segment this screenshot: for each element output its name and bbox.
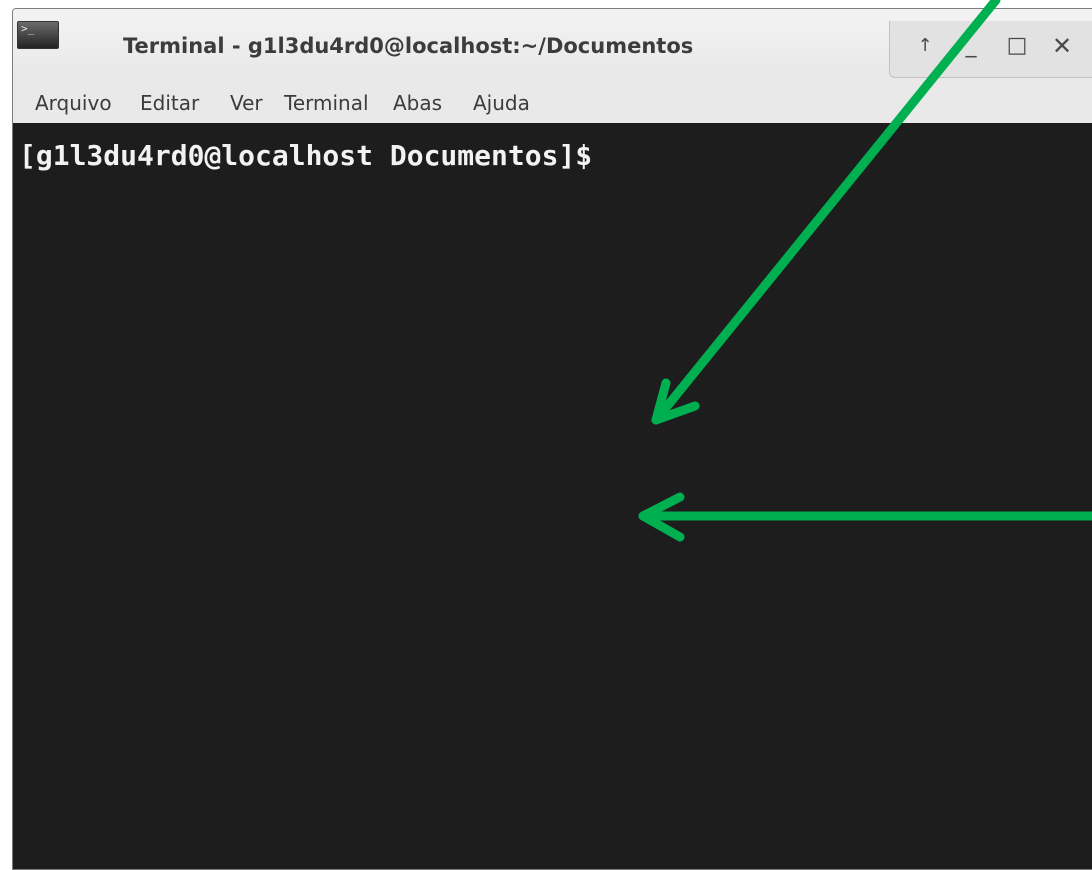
shell-prompt: [g1l3du4rd0@localhost Documentos]$ bbox=[19, 139, 593, 172]
menu-abas[interactable]: Abas bbox=[393, 91, 442, 115]
terminal-icon[interactable] bbox=[17, 21, 59, 49]
menu-ver[interactable]: Ver bbox=[230, 91, 263, 115]
window-title: Terminal - g1l3du4rd0@localhost:~/Docume… bbox=[123, 34, 694, 58]
window-controls: ↑ _ □ ✕ bbox=[889, 21, 1092, 78]
maximize-icon[interactable]: □ bbox=[1002, 31, 1032, 61]
shade-up-icon[interactable]: ↑ bbox=[910, 31, 940, 61]
menu-bar: Arquivo Editar Ver Terminal Abas Ajuda bbox=[13, 83, 1092, 123]
terminal-area[interactable]: [g1l3du4rd0@localhost Documentos]$ bbox=[13, 123, 1092, 869]
menu-arquivo[interactable]: Arquivo bbox=[35, 91, 112, 115]
title-bar[interactable]: Terminal - g1l3du4rd0@localhost:~/Docume… bbox=[13, 9, 1092, 78]
minimize-icon[interactable]: _ bbox=[956, 31, 986, 61]
close-icon[interactable]: ✕ bbox=[1047, 31, 1077, 61]
terminal-window: Terminal - g1l3du4rd0@localhost:~/Docume… bbox=[12, 8, 1092, 870]
menu-ajuda[interactable]: Ajuda bbox=[473, 91, 530, 115]
menu-editar[interactable]: Editar bbox=[140, 91, 199, 115]
menu-terminal[interactable]: Terminal bbox=[284, 91, 369, 115]
title-row: Terminal - g1l3du4rd0@localhost:~/Docume… bbox=[13, 9, 1092, 78]
